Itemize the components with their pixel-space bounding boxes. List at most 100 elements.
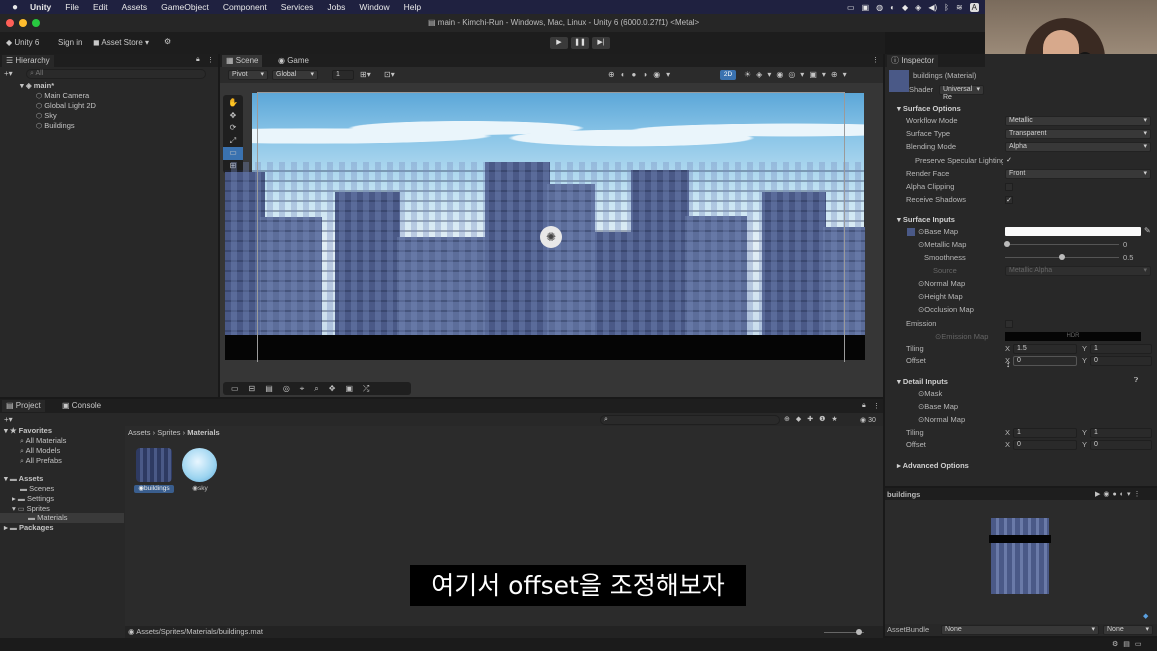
workflow-mode-dropdown[interactable]: Metallic (1005, 116, 1151, 126)
base-map-slot[interactable] (907, 228, 915, 236)
scene-kebab-icon[interactable]: ⋮ (872, 56, 879, 64)
smoothness-slider-knob[interactable] (1059, 254, 1065, 260)
surface-type-dropdown[interactable]: Transparent (1005, 129, 1151, 139)
tab-project[interactable]: ▤ Project (2, 400, 45, 412)
settings-gear-icon[interactable]: ⚙ (164, 37, 171, 46)
step-button[interactable]: ▶| (592, 37, 610, 49)
create-plus-icon[interactable]: +▾ (4, 69, 13, 78)
eyedropper-icon[interactable]: ✎ (1144, 226, 1151, 235)
label-tag-icon[interactable]: ◆ (1143, 612, 1148, 620)
menu-jobs[interactable]: Jobs (327, 2, 345, 12)
menu-edit[interactable]: Edit (93, 2, 108, 12)
menu-assets[interactable]: Assets (122, 2, 148, 12)
render-face-dropdown[interactable]: Front (1005, 169, 1151, 179)
wifi-icon[interactable]: ≋ (956, 3, 963, 12)
blending-mode-dropdown[interactable]: Alpha (1005, 142, 1151, 152)
display-icon[interactable]: ▣ (862, 3, 870, 12)
tab-game[interactable]: ◉ Game (274, 55, 313, 67)
status-icons[interactable]: ⚙▤▭ (1112, 640, 1147, 648)
tab-console[interactable]: ▣ Console (58, 400, 105, 412)
pivot-dropdown[interactable]: Pivot (228, 70, 268, 80)
asset-bundle-dropdown[interactable]: None (941, 625, 1099, 635)
menu-window[interactable]: Window (359, 2, 389, 12)
base-map-color-swatch[interactable] (1005, 227, 1141, 236)
project-lock-icon[interactable]: 🔒︎ (862, 402, 866, 410)
asset-store-button[interactable]: ◼ Asset Store ▾ (93, 38, 149, 47)
global-dropdown[interactable]: Global (272, 70, 318, 80)
emission-checkbox[interactable] (1005, 320, 1013, 328)
metallic-value[interactable]: 0 (1123, 239, 1127, 250)
lock-icon[interactable]: 🔒︎ (196, 56, 200, 64)
fav-all-materials[interactable]: ⌕ All Materials (20, 436, 66, 446)
maximize-window-button[interactable] (32, 19, 40, 27)
input-source-icon[interactable]: A (969, 2, 979, 12)
advanced-options-header[interactable]: ▸ Advanced Options (897, 460, 969, 471)
thumbnail-size-knob[interactable] (856, 629, 862, 635)
fav-all-models[interactable]: ⌕ All Models (20, 446, 60, 456)
asset-label-sky[interactable]: ◉sky (186, 485, 214, 493)
volume-icon[interactable]: ◀) (928, 3, 937, 12)
folder-settings[interactable]: ▸ ▬ Settings (12, 494, 54, 504)
emission-color-swatch[interactable]: HDR (1005, 332, 1141, 341)
vpn-icon[interactable]: ◆ (902, 3, 908, 12)
sync-icon[interactable]: ◐ (890, 3, 895, 12)
hierarchy-item-buildings[interactable]: ⬡ Buildings (36, 121, 75, 131)
bluetooth-icon[interactable]: ᛒ (944, 3, 949, 12)
folder-scenes[interactable]: ▬ Scenes (20, 484, 54, 494)
creative-cloud-icon[interactable]: ◍ (876, 3, 883, 12)
kebab-menu-icon[interactable]: ⋮ (207, 56, 214, 64)
hierarchy-item-global-light[interactable]: ⬡ Global Light 2D (36, 101, 96, 111)
scene-overlay-toolbar[interactable]: ▭⊟▤◎⌖⌕✥▣⤮ (223, 382, 411, 395)
asset-label-buildings[interactable]: ◉buildings (134, 485, 174, 493)
detail-tiling-x-field[interactable]: 1 (1013, 428, 1077, 438)
light-gizmo-icon[interactable]: ✺ (540, 226, 562, 248)
help-icon[interactable]: ❓︎ (1134, 377, 1138, 385)
metallic-slider-knob[interactable] (1004, 241, 1010, 247)
preserve-specular-checkbox[interactable]: ✓ (1005, 157, 1013, 165)
alpha-clipping-checkbox[interactable] (1005, 183, 1013, 191)
breadcrumb-materials[interactable]: Materials (187, 428, 220, 437)
folder-materials[interactable]: ▬ Materials (28, 513, 68, 523)
project-search-input[interactable]: ⌕ (600, 415, 780, 425)
source-dropdown[interactable]: Metallic Alpha (1005, 266, 1151, 276)
draw-mode-icons[interactable]: ⊕◐●◑◉▾ (608, 70, 676, 79)
smoothness-value[interactable]: 0.5 (1123, 252, 1133, 263)
close-window-button[interactable] (6, 19, 14, 27)
shield-icon[interactable]: ◈ (915, 3, 921, 12)
project-kebab-icon[interactable]: ⋮ (873, 402, 880, 410)
project-create-icon[interactable]: +▾ (4, 415, 13, 424)
hierarchy-search-input[interactable]: ⌕ All (26, 69, 206, 79)
menu-app[interactable]: Unity (30, 2, 51, 12)
grid-snap-icon[interactable]: ⊞▾ (360, 70, 371, 79)
tab-scene[interactable]: ▦ Scene (222, 55, 263, 67)
asset-bundle-variant-dropdown[interactable]: None (1103, 625, 1153, 635)
2d-toggle-button[interactable]: 2D (720, 70, 736, 80)
detail-offset-x-field[interactable]: 0 (1013, 440, 1077, 450)
grid-size-field[interactable]: 1 (332, 70, 354, 80)
tab-inspector[interactable]: ⓘ Inspector (887, 55, 939, 67)
receive-shadows-checkbox[interactable]: ✓ (1005, 196, 1013, 204)
offset-x-field[interactable]: 0 (1013, 356, 1077, 366)
screen-record-icon[interactable]: ▭ (847, 3, 855, 12)
menu-help[interactable]: Help (404, 2, 421, 12)
menu-gameobject[interactable]: GameObject (161, 2, 209, 12)
unity-account-button[interactable]: ◆ Unity 6 (6, 38, 39, 47)
favorites-header[interactable]: ▾ ★ Favorites (4, 426, 52, 436)
hierarchy-item-main-camera[interactable]: ⬡ Main Camera (36, 91, 89, 101)
scene-root-item[interactable]: ▾ ◈ main* (20, 81, 54, 91)
menu-services[interactable]: Services (281, 2, 314, 12)
preview-controls-icons[interactable]: ▶◉●◐▾⋮ (1095, 490, 1143, 498)
tiling-y-field[interactable]: 1 (1090, 344, 1152, 354)
detail-tiling-y-field[interactable]: 1 (1090, 428, 1152, 438)
packages-folder[interactable]: ▸ ▬ Packages (4, 523, 54, 533)
breadcrumb-sprites[interactable]: Sprites (157, 428, 180, 437)
menu-file[interactable]: File (65, 2, 79, 12)
detail-inputs-header[interactable]: ▾ Detail Inputs (897, 376, 948, 387)
asset-thumb-buildings[interactable] (136, 448, 172, 482)
tiling-x-field[interactable]: 1.5 (1013, 344, 1077, 354)
project-filter-icons[interactable]: ⊕◆✚❶★ (784, 415, 844, 423)
minimize-window-button[interactable] (19, 19, 27, 27)
pause-button[interactable]: ❚❚ (571, 37, 589, 49)
shader-dropdown[interactable]: Universal Re (939, 85, 984, 101)
metallic-slider-track[interactable] (1005, 244, 1119, 245)
